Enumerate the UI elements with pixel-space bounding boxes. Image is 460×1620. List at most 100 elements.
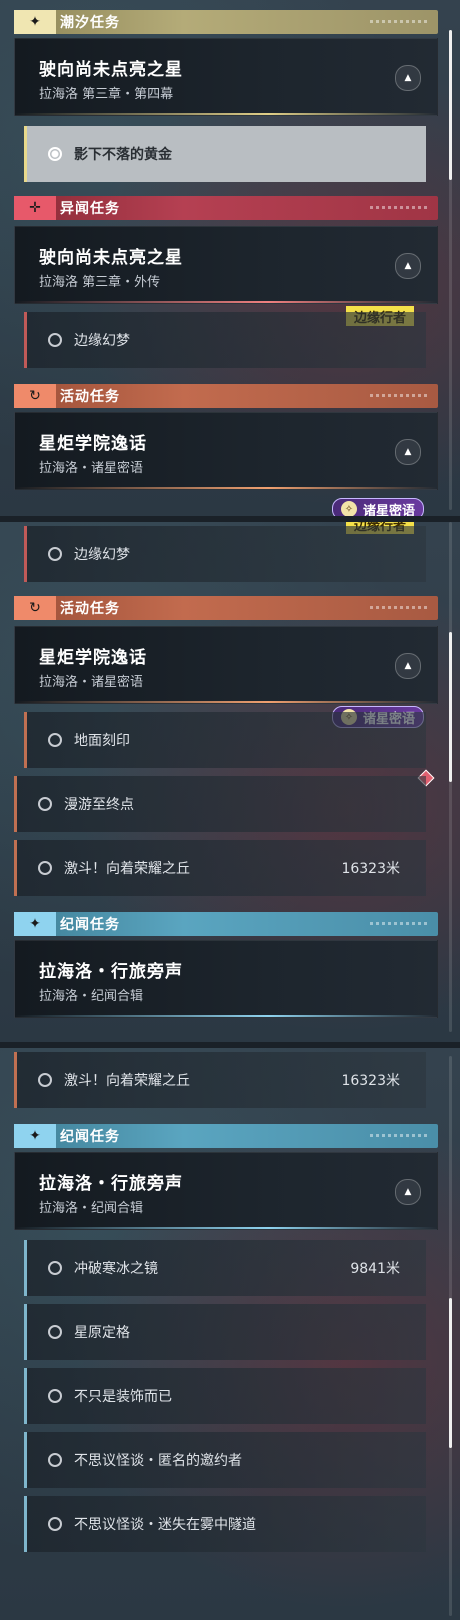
item-label: 冲破寒冰之镜	[74, 1261, 158, 1277]
quest-card-academy[interactable]: 星炬学院逸话 拉海洛・诸星密语 ▲	[14, 412, 438, 490]
card-accent-line	[15, 113, 437, 115]
quest-title: 驶向尚未点亮之星	[39, 248, 183, 268]
triangle-up-icon[interactable]: ▲	[395, 253, 421, 279]
radio-icon[interactable]	[48, 1325, 62, 1339]
radio-icon[interactable]	[48, 547, 62, 561]
category-header-event: ↻ 活动任务	[14, 384, 438, 408]
item-label: 漫游至终点	[64, 797, 134, 813]
radio-icon[interactable]	[48, 733, 62, 747]
quest-panel-1: ✦ 潮汐任务 驶向尚未点亮之星 拉海洛 第三章・第四幕 ▲ 影下不落的黄金 ✛ …	[0, 0, 460, 516]
item-label: 边缘幻梦	[74, 333, 130, 349]
card-accent-line	[15, 1015, 437, 1017]
distance-label: 16323米	[341, 861, 400, 877]
list-item-roam[interactable]: 漫游至终点	[14, 776, 426, 832]
radio-icon[interactable]	[48, 1389, 62, 1403]
card-accent-line	[15, 487, 437, 489]
item-left-border	[14, 1052, 17, 1108]
quest-card-star-side[interactable]: 驶向尚未点亮之星 拉海洛 第三章・外传 ▲	[14, 226, 438, 304]
quest-subtitle: 拉海洛・诸星密语	[39, 675, 144, 690]
quest-subtitle: 拉海洛・纪闻合辑	[39, 989, 144, 1004]
category-label: 潮汐任务	[60, 15, 120, 31]
list-item-ice[interactable]: 冲破寒冰之镜 9841米	[24, 1240, 426, 1296]
radio-icon[interactable]	[48, 1517, 62, 1531]
category-label: 异闻任务	[60, 201, 120, 217]
category-header-anomaly: ✛ 异闻任务	[14, 196, 438, 220]
triangle-up-icon[interactable]: ▲	[395, 65, 421, 91]
item-left-border	[24, 1496, 27, 1552]
quest-card-chronicle[interactable]: 拉海洛・行旅旁声 拉海洛・纪闻合辑	[14, 940, 438, 1018]
card-accent-line	[15, 701, 437, 703]
header-decoration	[370, 922, 428, 925]
radio-icon[interactable]	[38, 1073, 52, 1087]
radio-icon[interactable]	[38, 861, 52, 875]
category-header-event: ↻ 活动任务	[14, 596, 438, 620]
category-header-tide: ✦ 潮汐任务	[14, 10, 438, 34]
badge-stars-whisper: ✧ 诸星密语	[332, 498, 425, 517]
list-item-mystery-2[interactable]: 不思议怪谈・迷失在雾中隧道	[24, 1496, 426, 1552]
radio-icon[interactable]	[48, 333, 62, 347]
item-label: 不思议怪谈・迷失在雾中隧道	[74, 1517, 256, 1533]
header-decoration	[370, 606, 428, 609]
distance-label: 16323米	[341, 1073, 400, 1089]
item-left-border	[24, 526, 27, 582]
radio-icon[interactable]	[38, 797, 52, 811]
sparkle-icon: ✦	[14, 1124, 56, 1148]
item-left-border	[24, 712, 27, 768]
sparkle-icon: ✦	[14, 10, 56, 34]
category-header-chronicle: ✦ 纪闻任务	[14, 912, 438, 936]
item-left-border	[14, 840, 17, 896]
item-label: 边缘幻梦	[74, 547, 130, 563]
sparkle-icon: ✦	[14, 912, 56, 936]
header-decoration	[370, 1134, 428, 1137]
header-decoration	[370, 394, 428, 397]
card-accent-line	[15, 301, 437, 303]
triangle-up-icon[interactable]: ▲	[395, 653, 421, 679]
item-left-border	[24, 1304, 27, 1360]
scrollbar-thumb[interactable]	[449, 1298, 452, 1448]
quest-title: 拉海洛・行旅旁声	[39, 962, 183, 982]
triangle-up-icon[interactable]: ▲	[395, 439, 421, 465]
list-item-fight[interactable]: 激斗！向着荣耀之丘 16323米	[14, 840, 426, 896]
quest-subtitle: 拉海洛 第三章・外传	[39, 275, 161, 290]
item-label: 激斗！向着荣耀之丘	[64, 1073, 190, 1089]
compass-icon: ✧	[341, 501, 357, 516]
badge-label: 诸星密语	[363, 503, 416, 517]
list-item-edge-dream[interactable]: 边缘幻梦	[24, 526, 426, 582]
list-item-gold-shadow[interactable]: 影下不落的黄金	[24, 126, 426, 182]
list-item-plain[interactable]: 星原定格	[24, 1304, 426, 1360]
list-item-edge-dream[interactable]: 边缘幻梦	[24, 312, 426, 368]
radio-icon[interactable]	[48, 1261, 62, 1275]
item-label: 不只是装饰而已	[74, 1389, 172, 1405]
quest-card-academy[interactable]: 星炬学院逸话 拉海洛・诸星密语 ▲	[14, 626, 438, 704]
card-accent-line	[15, 1227, 437, 1229]
item-left-border	[14, 776, 17, 832]
crosshair-icon: ✛	[14, 196, 56, 220]
list-item-fight[interactable]: 激斗！向着荣耀之丘 16323米	[14, 1052, 426, 1108]
quest-subtitle: 拉海洛・诸星密语	[39, 461, 144, 476]
category-label: 纪闻任务	[60, 1129, 120, 1145]
category-label: 活动任务	[60, 389, 120, 405]
item-label: 影下不落的黄金	[74, 147, 172, 163]
radio-selected-icon[interactable]	[48, 147, 62, 161]
item-left-border	[24, 1432, 27, 1488]
quest-panel-2: 边缘行者 边缘幻梦 ↻ 活动任务 星炬学院逸话 拉海洛・诸星密语 ▲ ✧ 诸星密…	[0, 522, 460, 1042]
list-item-deco[interactable]: 不只是装饰而已	[24, 1368, 426, 1424]
triangle-up-icon[interactable]: ▲	[395, 1179, 421, 1205]
quest-subtitle: 拉海洛・纪闻合辑	[39, 1201, 144, 1216]
radio-icon[interactable]	[48, 1453, 62, 1467]
item-left-border	[24, 126, 27, 182]
item-left-border	[24, 1240, 27, 1296]
quest-subtitle: 拉海洛 第三章・第四幕	[39, 87, 174, 102]
list-item-mystery-1[interactable]: 不思议怪谈・匿名的邀约者	[24, 1432, 426, 1488]
list-item-ground-seal[interactable]: 地面刻印	[24, 712, 426, 768]
item-left-border	[24, 1368, 27, 1424]
category-label: 活动任务	[60, 601, 120, 617]
scrollbar-thumb[interactable]	[449, 632, 452, 782]
item-label: 激斗！向着荣耀之丘	[64, 861, 190, 877]
scrollbar-thumb[interactable]	[449, 30, 452, 180]
quest-card-star[interactable]: 驶向尚未点亮之星 拉海洛 第三章・第四幕 ▲	[14, 38, 438, 116]
item-left-border	[24, 312, 27, 368]
distance-label: 9841米	[350, 1261, 400, 1277]
quest-card-chronicle[interactable]: 拉海洛・行旅旁声 拉海洛・纪闻合辑 ▲	[14, 1152, 438, 1230]
quest-title: 星炬学院逸话	[39, 434, 147, 454]
